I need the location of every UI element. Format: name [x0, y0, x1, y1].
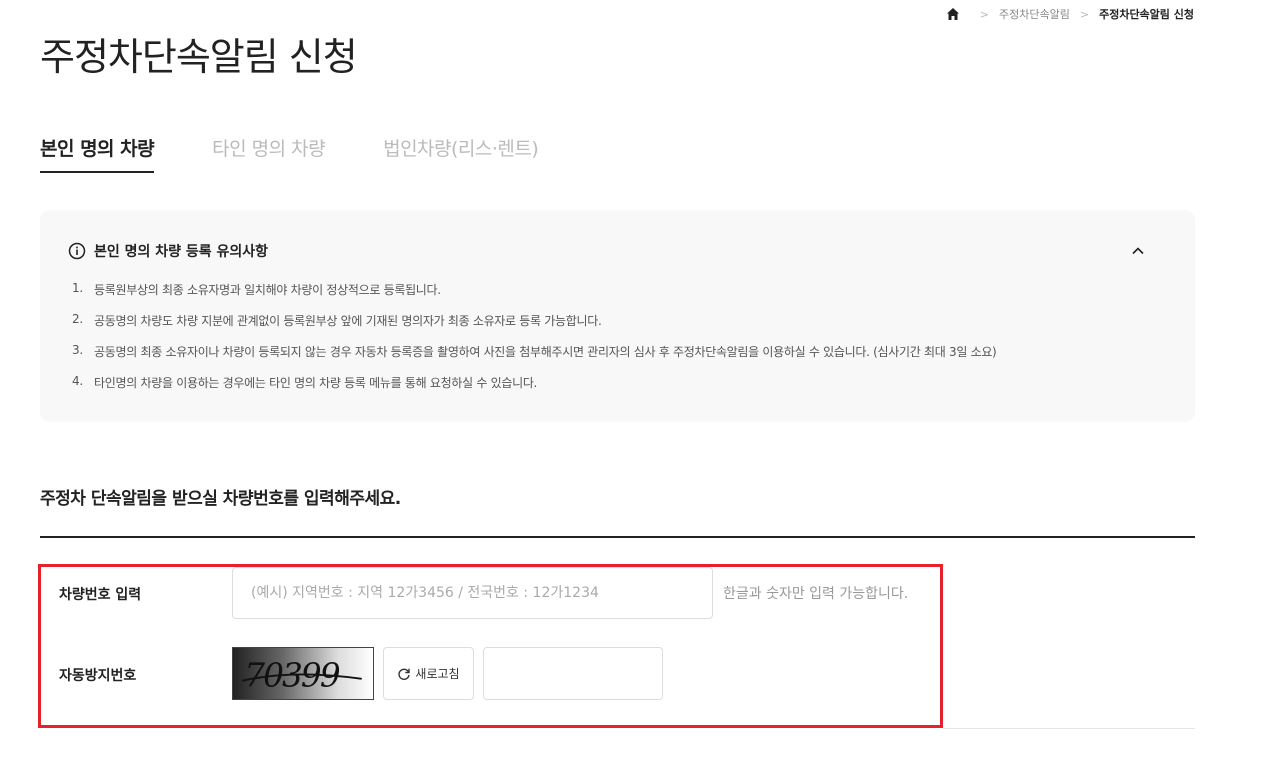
page-title: 주정차단속알림 신청 [40, 35, 358, 79]
notice-item-text: 공동명의 차량도 차량 지분에 관계없이 등록원부상 앞에 기재된 명의자가 최… [94, 314, 602, 328]
refresh-icon [398, 668, 411, 680]
notice-item-number: 2. [72, 312, 83, 326]
notice-item: 4. 타인명의 차량을 이용하는 경우에는 타인 명의 차량 등록 메뉴를 통해 … [72, 374, 996, 405]
notice-item: 2. 공동명의 차량도 차량 지분에 관계없이 등록원부상 앞에 기재된 명의자가… [72, 312, 996, 343]
chevron-up-icon[interactable] [1131, 244, 1145, 258]
notice-item: 3. 공동명의 최종 소유자이나 차량이 등록되지 않는 경우 자동차 등록증을 … [72, 343, 997, 374]
refresh-captcha-button[interactable]: 새로고침 [383, 647, 474, 700]
notice-item: 1. 등록원부상의 최종 소유자명과 일치해야 차량이 정상적으로 등록됩니다. [72, 281, 996, 312]
notice-item-text: 등록원부상의 최종 소유자명과 일치해야 차량이 정상적으로 등록됩니다. [94, 283, 441, 297]
plate-label: 차량번호 입력 [59, 587, 142, 603]
notice-item-text: 타인명의 차량을 이용하는 경우에는 타인 명의 차량 등록 메뉴를 통해 요청… [94, 376, 538, 390]
notice-item-number: 3. [72, 343, 83, 357]
refresh-label: 새로고침 [415, 667, 460, 681]
tab-own-vehicle[interactable]: 본인 명의 차량 [40, 134, 155, 173]
notice-item-number: 4. [72, 374, 83, 388]
plate-number-input[interactable] [232, 567, 713, 619]
tab-bar: 본인 명의 차량 타인 명의 차량 법인차량(리스·렌트) [40, 134, 596, 173]
home-icon[interactable] [946, 7, 960, 21]
breadcrumb-item-parent[interactable]: 주정차단속알림 [999, 6, 1070, 22]
breadcrumb: > 주정차단속알림 > 주정차단속알림 신청 [946, 6, 1194, 22]
tab-other-vehicle[interactable]: 타인 명의 차량 [212, 134, 325, 173]
notice-list: 1. 등록원부상의 최종 소유자명과 일치해야 차량이 정상적으로 등록됩니다. … [72, 281, 997, 405]
notice-header: 본인 명의 차량 등록 유의사항 [68, 241, 268, 261]
plate-hint: 한글과 숫자만 입력 가능합니다. [723, 586, 909, 602]
form-bottom-divider [943, 728, 1195, 729]
captcha-input[interactable] [483, 647, 663, 700]
chevron-right-icon: > [979, 7, 990, 21]
info-icon [68, 242, 86, 260]
captcha-image: 70399 [232, 647, 374, 700]
section-divider [40, 536, 1195, 538]
notice-item-text: 공동명의 최종 소유자이나 차량이 등록되지 않는 경우 자동차 등록증을 촬영… [94, 345, 997, 359]
notice-title: 본인 명의 차량 등록 유의사항 [94, 244, 269, 260]
captcha-label: 자동방지번호 [59, 668, 137, 684]
section-title: 주정차 단속알림을 받으실 차량번호를 입력해주세요. [40, 489, 401, 509]
breadcrumb-item-current: 주정차단속알림 신청 [1099, 8, 1194, 21]
chevron-right-icon: > [1079, 7, 1090, 21]
notice-item-number: 1. [72, 281, 83, 295]
notice-panel: 본인 명의 차량 등록 유의사항 1. 등록원부상의 최종 소유자명과 일치해야 … [40, 210, 1195, 422]
tab-corporate-vehicle[interactable]: 법인차량(리스·렌트) [383, 134, 539, 173]
